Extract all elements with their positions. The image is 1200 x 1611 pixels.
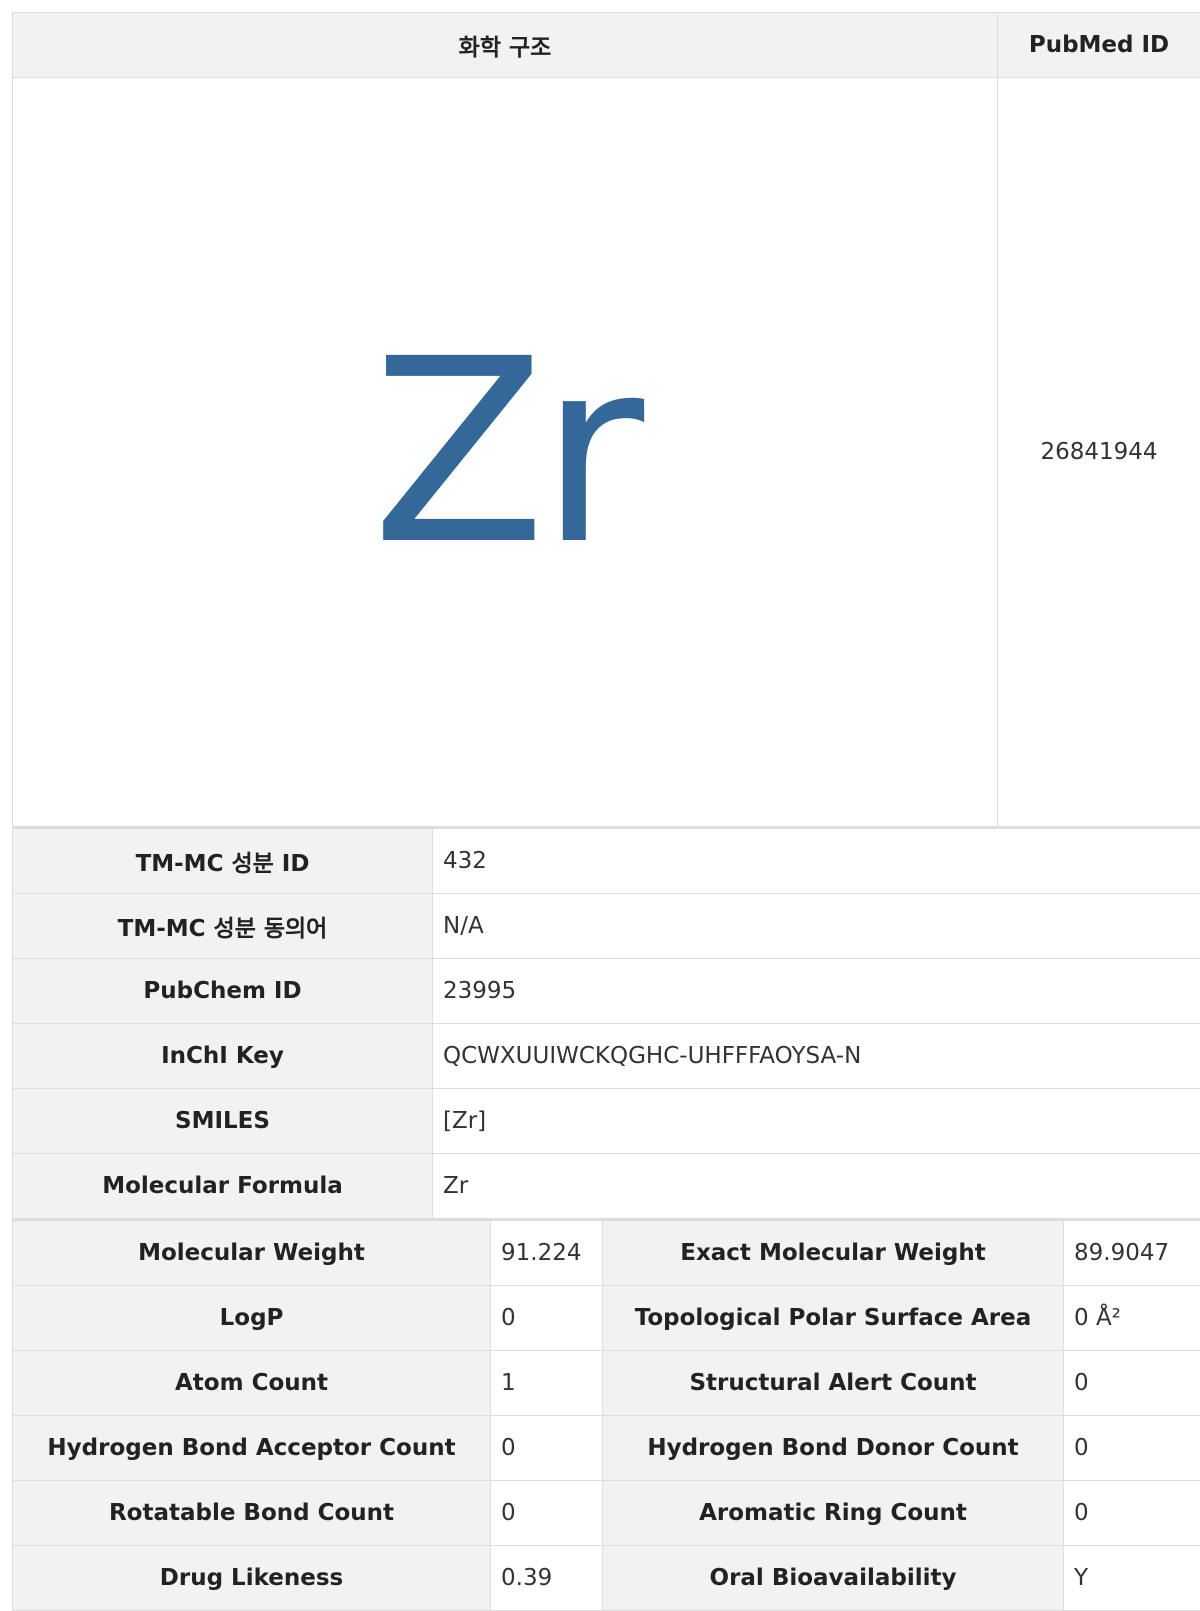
- property-label: Structural Alert Count: [603, 1351, 1064, 1416]
- property-value: 0: [491, 1286, 603, 1351]
- identifier-row: InChI KeyQCWXUUIWCKQGHC-UHFFFAOYSA-N: [13, 1024, 1200, 1089]
- property-label: LogP: [13, 1286, 491, 1351]
- property-label: Rotatable Bond Count: [13, 1481, 491, 1546]
- property-row: Drug Likeness0.39Oral BioavailabilityY: [13, 1546, 1200, 1611]
- identifier-row: PubChem ID23995: [13, 959, 1200, 1024]
- property-label: Hydrogen Bond Acceptor Count: [13, 1416, 491, 1481]
- identifier-label: InChI Key: [13, 1024, 433, 1089]
- property-value: 0: [491, 1481, 603, 1546]
- property-label: Topological Polar Surface Area: [603, 1286, 1064, 1351]
- property-value: 0: [1064, 1416, 1200, 1481]
- identifier-value: 23995: [433, 959, 1200, 1024]
- property-value: 0.39: [491, 1546, 603, 1611]
- property-label: Drug Likeness: [13, 1546, 491, 1611]
- identifier-table: TM-MC 성분 ID432TM-MC 성분 동의어N/APubChem ID2…: [12, 826, 1200, 1219]
- property-row: LogP0Topological Polar Surface Area0 Å²: [13, 1286, 1200, 1351]
- property-label: Aromatic Ring Count: [603, 1481, 1064, 1546]
- property-value: 0: [491, 1416, 603, 1481]
- pubmed-header: PubMed ID: [998, 13, 1200, 78]
- property-label: Exact Molecular Weight: [603, 1220, 1064, 1286]
- pubmed-id-value[interactable]: 26841944: [998, 78, 1200, 827]
- identifier-row: TM-MC 성분 동의어N/A: [13, 894, 1200, 959]
- identifier-label: TM-MC 성분 ID: [13, 828, 433, 894]
- property-value: 0: [1064, 1351, 1200, 1416]
- property-label: Oral Bioavailability: [603, 1546, 1064, 1611]
- property-value: 1: [491, 1351, 603, 1416]
- structure-table: 화학 구조 PubMed ID Zr 26841944: [12, 12, 1200, 827]
- structure-header: 화학 구조: [13, 13, 998, 78]
- property-value: 91.224: [491, 1220, 603, 1286]
- property-row: Hydrogen Bond Acceptor Count0Hydrogen Bo…: [13, 1416, 1200, 1481]
- property-value: Y: [1064, 1546, 1200, 1611]
- identifier-value: Zr: [433, 1154, 1200, 1219]
- identifier-row: Molecular FormulaZr: [13, 1154, 1200, 1219]
- chemical-structure-image: Zr: [372, 325, 638, 579]
- property-value: 89.9047: [1064, 1220, 1200, 1286]
- identifier-label: SMILES: [13, 1089, 433, 1154]
- property-row: Rotatable Bond Count0Aromatic Ring Count…: [13, 1481, 1200, 1546]
- identifier-label: PubChem ID: [13, 959, 433, 1024]
- property-label: Molecular Weight: [13, 1220, 491, 1286]
- property-table: Molecular Weight91.224Exact Molecular We…: [12, 1218, 1200, 1611]
- identifier-value: QCWXUUIWCKQGHC-UHFFFAOYSA-N: [433, 1024, 1200, 1089]
- identifier-value: 432: [433, 828, 1200, 894]
- compound-detail: 화학 구조 PubMed ID Zr 26841944 TM-MC 성분 ID4…: [12, 12, 1200, 1611]
- property-row: Molecular Weight91.224Exact Molecular We…: [13, 1220, 1200, 1286]
- property-value: 0 Å²: [1064, 1286, 1200, 1351]
- property-row: Atom Count1Structural Alert Count0: [13, 1351, 1200, 1416]
- identifier-label: Molecular Formula: [13, 1154, 433, 1219]
- property-label: Atom Count: [13, 1351, 491, 1416]
- chemical-structure-cell: Zr: [13, 78, 998, 827]
- property-label: Hydrogen Bond Donor Count: [603, 1416, 1064, 1481]
- identifier-value: N/A: [433, 894, 1200, 959]
- property-value: 0: [1064, 1481, 1200, 1546]
- identifier-label: TM-MC 성분 동의어: [13, 894, 433, 959]
- identifier-value: [Zr]: [433, 1089, 1200, 1154]
- identifier-row: SMILES[Zr]: [13, 1089, 1200, 1154]
- identifier-row: TM-MC 성분 ID432: [13, 828, 1200, 894]
